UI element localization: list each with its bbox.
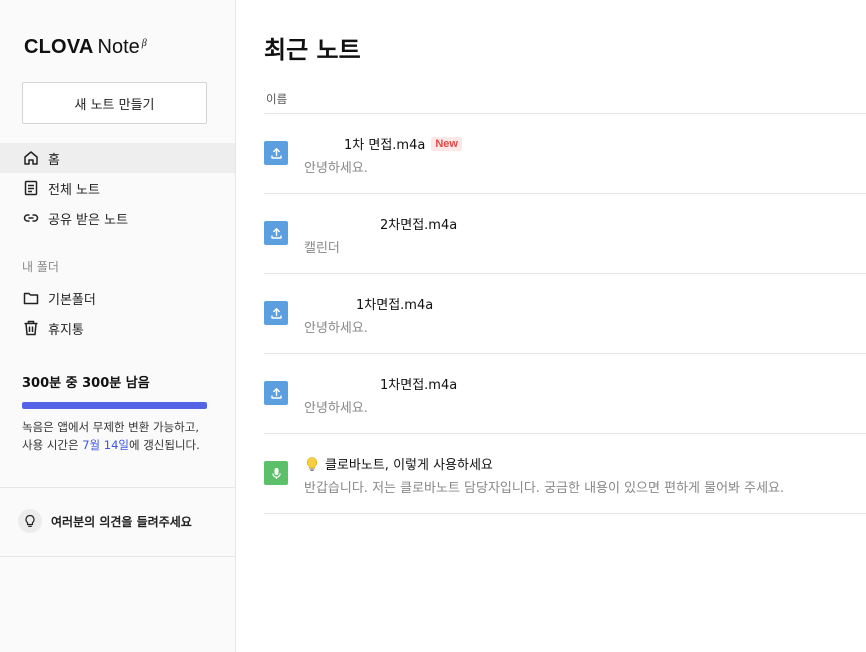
upload-icon: [270, 387, 282, 399]
trash-icon: [24, 320, 38, 336]
note-row[interactable]: 2차면접.m4a 캘린더: [264, 194, 866, 274]
usage-desc-suffix: 에 갱신됩니다.: [128, 437, 200, 452]
folder-item-default[interactable]: 기본폴더: [0, 283, 235, 313]
page-title: 최근 노트: [264, 36, 361, 64]
feedback-label: 여러분의 의견을 들려주세요: [51, 514, 192, 529]
main-content: 최근 노트 이름 1차 면접.m4a New 안녕하세요. 2차면접.m4a 캘…: [236, 0, 866, 652]
note-title: 1차면접.m4a: [356, 298, 434, 313]
document-icon: [24, 180, 38, 196]
upload-badge: [264, 221, 288, 245]
note-preview: 안녕하세요.: [304, 401, 368, 416]
note-title-wrap: 클로바노트, 이렇게 사용하세요: [304, 454, 493, 473]
lightbulb-emoji-icon: [304, 456, 320, 472]
nav-item-shared-notes[interactable]: 공유 받은 노트: [0, 203, 235, 233]
my-folders-label: 내 폴더: [22, 260, 59, 274]
note-preview: 캘린더: [304, 241, 340, 256]
folder-list: 기본폴더 휴지통: [0, 283, 235, 343]
usage-description: 녹음은 앱에서 무제한 변환 가능하고, 사용 시간은 7월 14일에 갱신됩니…: [22, 419, 207, 454]
column-header-name[interactable]: 이름: [266, 91, 287, 107]
upload-badge: [264, 141, 288, 165]
folder-item-trash[interactable]: 휴지통: [0, 313, 235, 343]
note-title: 1차 면접.m4a: [344, 138, 426, 153]
main-nav: 홈 전체 노트 공유 받은 노트: [0, 143, 235, 233]
note-title-wrap: 1차면접.m4a: [356, 294, 433, 313]
note-row[interactable]: 1차면접.m4a 안녕하세요.: [264, 354, 866, 434]
note-title: 1차면접.m4a: [380, 378, 458, 393]
note-row[interactable]: 1차 면접.m4a New 안녕하세요.: [264, 114, 866, 194]
logo-brand: CLOVA: [24, 36, 94, 58]
folder-item-label: 휴지통: [48, 322, 84, 338]
usage-title: 300분 중 300분 남음: [22, 376, 150, 391]
note-title-wrap: 1차면접.m4a: [380, 374, 457, 393]
upload-icon: [270, 307, 282, 319]
app-logo[interactable]: CLOVA Note β: [24, 36, 147, 59]
note-row[interactable]: 클로바노트, 이렇게 사용하세요 반갑습니다. 저는 클로바노트 담당자입니다.…: [264, 434, 866, 514]
upload-icon: [270, 227, 282, 239]
note-title-wrap: 2차면접.m4a: [380, 214, 457, 233]
sidebar-divider: [0, 487, 235, 488]
usage-renewal-date: 7월 14일: [82, 437, 129, 452]
microphone-icon: [271, 467, 281, 479]
nav-item-label: 홈: [48, 152, 60, 168]
usage-progress-fill: [22, 402, 207, 409]
nav-item-label: 전체 노트: [48, 182, 100, 198]
mic-badge: [264, 461, 288, 485]
note-preview: 안녕하세요.: [304, 321, 368, 336]
logo-product: Note: [97, 36, 140, 58]
note-title: 2차면접.m4a: [380, 218, 458, 233]
new-badge: New: [431, 136, 462, 151]
usage-progress-bar: [22, 402, 207, 409]
nav-item-all-notes[interactable]: 전체 노트: [0, 173, 235, 203]
feedback-button[interactable]: 여러분의 의견을 들려주세요: [18, 509, 192, 533]
feedback-icon-circle: [18, 509, 42, 533]
note-title-wrap: 1차 면접.m4a New: [344, 134, 462, 153]
upload-badge: [264, 301, 288, 325]
usage-desc-line1: 녹음은 앱에서 무제한 변환 가능하고,: [22, 420, 199, 434]
note-preview: 안녕하세요.: [304, 161, 368, 176]
home-icon: [24, 151, 38, 165]
nav-item-home[interactable]: 홈: [0, 143, 235, 173]
logo-beta: β: [141, 38, 147, 49]
folder-icon: [23, 292, 39, 305]
upload-badge: [264, 381, 288, 405]
usage-desc-prefix: 사용 시간은: [22, 437, 83, 452]
lightbulb-icon: [25, 514, 35, 527]
note-preview: 반갑습니다. 저는 클로바노트 담당자입니다. 궁금한 내용이 있으면 편하게 …: [304, 481, 785, 496]
note-row[interactable]: 1차면접.m4a 안녕하세요.: [264, 274, 866, 354]
sidebar: CLOVA Note β 새 노트 만들기 홈 전체 노트 공유 받은 노트 내…: [0, 0, 236, 652]
folder-item-label: 기본폴더: [48, 292, 96, 308]
usage-panel: 300분 중 300분 남음 녹음은 앱에서 무제한 변환 가능하고, 사용 시…: [22, 372, 207, 454]
note-title: 클로바노트, 이렇게 사용하세요: [325, 458, 493, 473]
sidebar-divider: [0, 556, 235, 557]
new-note-button[interactable]: 새 노트 만들기: [22, 82, 207, 124]
notes-list: 1차 면접.m4a New 안녕하세요. 2차면접.m4a 캘린더 1차면접.m…: [264, 114, 866, 514]
link-icon: [23, 214, 39, 222]
upload-icon: [270, 147, 282, 159]
nav-item-label: 공유 받은 노트: [48, 212, 129, 228]
